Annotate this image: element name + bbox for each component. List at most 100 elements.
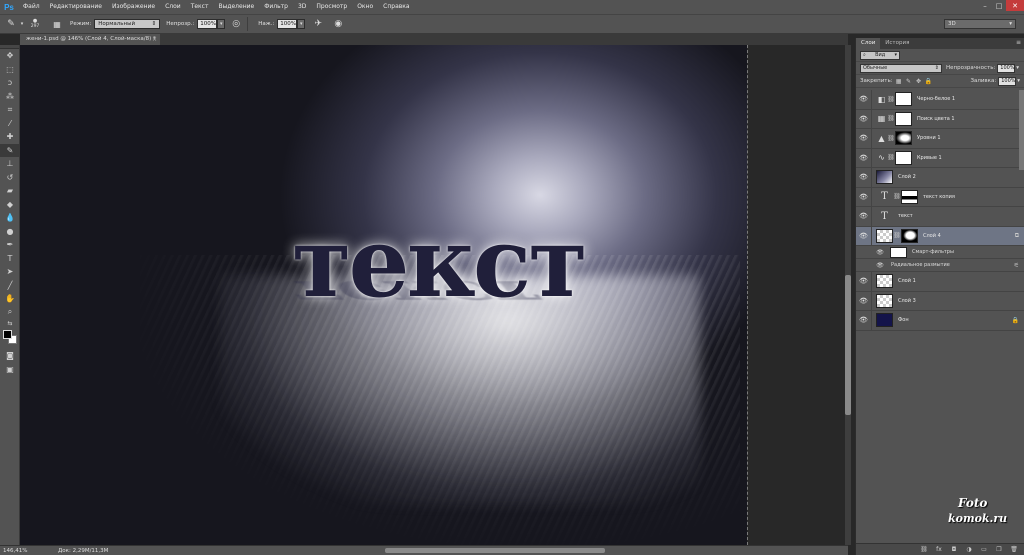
paint-bucket-tool-icon[interactable]: ◆ [0, 198, 20, 212]
blur-tool-icon[interactable]: 💧 [0, 211, 20, 225]
airbrush-icon[interactable]: ✈ [311, 17, 325, 31]
new-layer-icon[interactable]: ❐ [994, 546, 1004, 553]
lock-all-icon[interactable]: 🔒 [924, 77, 932, 86]
foreground-color-swatch[interactable] [3, 330, 12, 339]
quick-mask-icon[interactable]: ◙ [0, 349, 20, 363]
line-tool-icon[interactable]: ╱ [0, 279, 20, 293]
marquee-tool-icon[interactable]: ⬚ [0, 63, 20, 77]
close-button[interactable]: ✕ [1006, 0, 1024, 11]
layers-scrollbar[interactable] [1019, 90, 1024, 170]
layer-thumbnail[interactable] [876, 293, 893, 308]
path-selection-tool-icon[interactable]: ➤ [0, 265, 20, 279]
eraser-tool-icon[interactable]: ▰ [0, 184, 20, 198]
layer-row[interactable]: 👁 Слой 1 [856, 271, 1024, 292]
zoom-readout[interactable]: 146,41% [0, 548, 30, 554]
layer-row[interactable]: 👁 T текст [856, 206, 1024, 227]
type-tool-icon[interactable]: T [0, 252, 20, 266]
document-tab[interactable]: жени-1.psd @ 146% (Слой 4, Слой-маска/8)… [20, 34, 160, 45]
layer-mask-thumbnail[interactable] [901, 189, 918, 204]
healing-brush-tool-icon[interactable]: ✚ [0, 130, 20, 144]
new-group-icon[interactable]: ▭ [979, 546, 989, 553]
tab-history[interactable]: История [880, 38, 914, 49]
visibility-eye-icon[interactable]: 👁 [856, 148, 872, 168]
smart-filters-row[interactable]: 👁 Смарт-фильтры [856, 246, 1024, 259]
visibility-eye-icon[interactable]: 👁 [856, 187, 872, 207]
brush-tool-icon[interactable]: ✎ [0, 143, 20, 157]
layer-thumbnail[interactable] [876, 313, 893, 328]
visibility-eye-icon[interactable]: 👁 [856, 89, 872, 109]
layer-mask-thumbnail[interactable] [895, 131, 912, 146]
chevron-down-icon[interactable]: ▾ [1016, 65, 1019, 71]
chevron-down-icon[interactable]: ▾ [1017, 78, 1020, 84]
visibility-eye-icon[interactable]: 👁 [856, 291, 872, 311]
dodge-tool-icon[interactable]: ● [0, 225, 20, 239]
layer-row[interactable]: 👁 T ⛓ текст копия [856, 187, 1024, 207]
crop-tool-icon[interactable]: ⌗ [0, 103, 20, 117]
swap-colors-icon[interactable]: ⇆ [0, 319, 20, 327]
flow-dropdown[interactable]: ▾ [297, 19, 306, 29]
layer-mask-thumbnail[interactable] [895, 150, 912, 165]
smart-object-thumbnail[interactable] [876, 228, 893, 243]
document-info[interactable]: Док: 2,29M/11,3M [30, 548, 160, 554]
lock-pixels-icon[interactable]: ✎ [905, 77, 913, 86]
move-tool-icon[interactable]: ✥ [0, 49, 20, 63]
layer-row[interactable]: 👁 Слой 3 [856, 291, 1024, 311]
layer-row[interactable]: 👁 ∿ ⛓ Кривые 1 [856, 148, 1024, 168]
opacity-input[interactable]: 100% [197, 19, 218, 29]
eyedropper-tool-icon[interactable]: ⁄ [0, 117, 20, 131]
workspace-select[interactable]: 3D ▾ [944, 19, 1016, 29]
link-layers-icon[interactable]: ⛓ [919, 546, 929, 553]
visibility-eye-icon[interactable]: 👁 [856, 310, 872, 330]
menu-filter[interactable]: Фильтр [259, 0, 293, 14]
vertical-scrollbar[interactable] [845, 45, 851, 545]
document-canvas[interactable]: текст текст [20, 45, 747, 545]
pen-tool-icon[interactable]: ✒ [0, 238, 20, 252]
layer-filter-select[interactable]: ⌕ Вид ▾ [860, 50, 900, 60]
visibility-eye-icon[interactable]: 👁 [856, 128, 872, 148]
menu-3d[interactable]: 3D [293, 0, 311, 14]
visibility-eye-icon[interactable]: 👁 [856, 109, 872, 129]
close-icon[interactable]: × [152, 34, 157, 45]
visibility-eye-icon[interactable]: 👁 [856, 271, 872, 291]
menu-file[interactable]: Файл [18, 0, 45, 14]
layer-thumbnail[interactable] [876, 170, 893, 185]
layer-row[interactable]: 👁 ◧ ⛓ Черно-белое 1 [856, 89, 1024, 110]
chevron-down-icon[interactable]: ▾ [18, 17, 26, 31]
minimize-button[interactable]: – [978, 0, 992, 11]
lock-position-icon[interactable]: ✥ [915, 77, 923, 86]
screen-mode-icon[interactable]: ▣ [0, 363, 20, 377]
mode-select[interactable]: Нормальный ⇕ [94, 19, 161, 29]
blend-mode-select[interactable]: Обычные ⇕ [860, 63, 942, 73]
delete-layer-icon[interactable]: 🗑 [1009, 546, 1019, 553]
lock-icon[interactable]: 🔒 [1012, 317, 1019, 324]
guide-line[interactable] [747, 45, 748, 545]
menu-image[interactable]: Изображение [107, 0, 160, 14]
layer-row[interactable]: 👁 ▲ ⛓ Уровни 1 [856, 128, 1024, 149]
vertical-scroll-thumb[interactable] [845, 275, 851, 415]
layer-mask-thumbnail[interactable] [895, 111, 912, 126]
quick-select-tool-icon[interactable]: ⁂ [0, 90, 20, 104]
menu-help[interactable]: Справка [378, 0, 414, 14]
adjustment-layer-icon[interactable]: ◑ [964, 546, 974, 553]
visibility-eye-icon[interactable]: 👁 [856, 167, 872, 187]
canvas-area[interactable]: текст текст [20, 45, 848, 545]
layer-row-selected[interactable]: 👁 ⛓ Слой 4 ⧉ [856, 226, 1024, 246]
opacity-dropdown[interactable]: ▾ [217, 19, 226, 29]
hand-tool-icon[interactable]: ✋ [0, 292, 20, 306]
visibility-eye-icon[interactable]: 👁 [856, 206, 872, 226]
pressure-size-icon[interactable]: ◉ [331, 17, 345, 31]
flow-input[interactable]: 100% [277, 19, 298, 29]
brush-panel-toggle-icon[interactable]: ▦ [50, 17, 64, 31]
layer-mask-thumbnail[interactable] [901, 228, 918, 243]
visibility-eye-icon[interactable]: 👁 [856, 226, 872, 246]
layer-row[interactable]: 👁 Слой 2 [856, 167, 1024, 188]
zoom-tool-icon[interactable]: ⌕ [0, 306, 20, 320]
menu-type[interactable]: Текст [186, 0, 214, 14]
visibility-eye-icon[interactable]: 👁 [872, 259, 888, 272]
layer-style-icon[interactable]: fx [934, 546, 944, 553]
menu-view[interactable]: Просмотр [311, 0, 352, 14]
menu-select[interactable]: Выделение [213, 0, 259, 14]
panel-menu-icon[interactable]: ≡ [1016, 39, 1021, 46]
filter-mask-thumbnail[interactable] [890, 246, 907, 258]
layer-row[interactable]: 👁 Фон 🔒 [856, 310, 1024, 331]
